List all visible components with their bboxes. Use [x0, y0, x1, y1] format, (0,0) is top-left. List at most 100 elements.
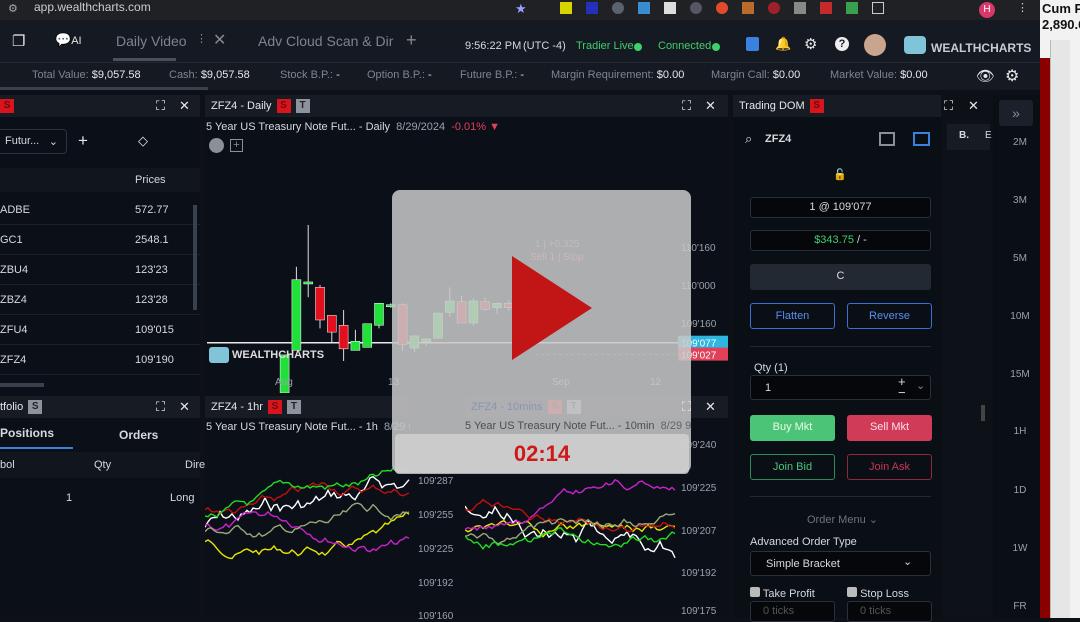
watchlist-row[interactable]: ZFU4 109'015 [0, 315, 200, 345]
extension-icon[interactable] [716, 2, 728, 14]
extension-icon[interactable] [560, 2, 572, 14]
scrollbar[interactable] [1050, 40, 1070, 618]
add-symbol-icon[interactable]: + [78, 131, 88, 151]
extension-icon[interactable] [586, 2, 598, 14]
timeframe-3M[interactable]: 3M [1010, 195, 1030, 206]
extension-icon[interactable] [742, 2, 754, 14]
column-symbol[interactable]: bol [0, 459, 15, 471]
order-menu-toggle[interactable]: Order Menu ⌄ [807, 513, 878, 526]
maximize-icon[interactable]: ⛶ [682, 98, 691, 114]
dock-icon[interactable] [913, 132, 930, 146]
scrollbar[interactable] [193, 205, 197, 310]
close-icon[interactable]: ✕ [705, 98, 716, 114]
tab-daily-video[interactable]: Daily Video [116, 33, 187, 49]
scrollbar[interactable] [981, 405, 985, 421]
extension-icon[interactable] [638, 2, 650, 14]
column-prices[interactable]: Prices [135, 174, 166, 186]
menu-kebab-icon[interactable]: ⋮ [1017, 1, 1028, 14]
stop-loss-ticks-input[interactable]: 0 ticks [847, 601, 932, 622]
save-icon[interactable] [746, 37, 759, 51]
user-avatar[interactable] [864, 34, 886, 56]
gear-icon[interactable]: ⚙ [1005, 66, 1019, 86]
close-icon[interactable]: ✕ [968, 98, 979, 114]
layouts-icon[interactable]: ❐ [12, 32, 25, 50]
timeframe-5M[interactable]: 5M [1010, 253, 1030, 264]
sync-badge[interactable]: S [809, 99, 824, 113]
unlock-icon[interactable]: 🔓 [833, 168, 847, 181]
watchlist-row[interactable]: ADBE 572.77 [0, 195, 200, 225]
decrement-icon[interactable]: − [898, 385, 906, 400]
qty-stepper[interactable]: 1 + − ⌄ [750, 374, 931, 400]
sync-badge[interactable]: S [267, 400, 282, 414]
timeframe-15M[interactable]: 15M [1010, 369, 1030, 380]
eraser-icon[interactable]: ◇ [138, 133, 148, 149]
watchlist-row[interactable]: ZBZ4 123'28 [0, 285, 200, 315]
join-bid-button[interactable]: Join Bid [750, 454, 835, 480]
profile-avatar[interactable]: H [979, 2, 995, 18]
stop-loss-checkbox[interactable]: Stop Loss [847, 587, 909, 600]
advanced-order-type-select[interactable]: Simple Bracket ⌄ [750, 551, 931, 576]
extension-icon[interactable] [612, 2, 624, 14]
help-icon[interactable]: ? [835, 37, 849, 51]
bookmark-star-icon[interactable]: ★ [515, 1, 527, 17]
close-icon[interactable]: ✕ [179, 98, 190, 114]
maximize-icon[interactable]: ⛶ [156, 399, 165, 415]
extension-icon[interactable] [768, 2, 780, 14]
sync-badge[interactable]: S [0, 99, 14, 113]
horizontal-scrollbar[interactable] [0, 87, 208, 90]
ai-chat-icon[interactable]: 💬AI [55, 32, 82, 48]
timeframe-FR[interactable]: FR [1010, 601, 1030, 612]
drawing-tools-icon[interactable] [209, 138, 224, 153]
timeframe-2M[interactable]: 2M [1010, 137, 1030, 148]
trade-badge[interactable]: T [295, 99, 310, 113]
search-icon[interactable]: ⌕ [745, 131, 752, 147]
expand-icon[interactable]: » [999, 100, 1033, 126]
timeframe-1W[interactable]: 1W [1010, 543, 1030, 554]
gear-icon[interactable]: ⚙ [804, 35, 817, 53]
table-row[interactable]: 1 Long [0, 482, 200, 512]
horizontal-scrollbar[interactable] [0, 383, 44, 387]
watchlist-row[interactable]: GC1 2548.1 [0, 225, 200, 255]
close-position-button[interactable]: C [750, 264, 931, 290]
add-indicator-icon[interactable]: + [230, 139, 243, 152]
extension-icon[interactable] [820, 2, 832, 14]
flatten-button[interactable]: Flatten [750, 303, 835, 329]
tab-menu-icon[interactable]: ⋮ [196, 32, 207, 45]
take-profit-checkbox[interactable]: Take Profit [750, 587, 815, 600]
tab-positions[interactable]: Positions [0, 426, 54, 440]
play-icon[interactable] [512, 256, 594, 360]
extension-icon[interactable] [690, 2, 702, 14]
take-profit-ticks-input[interactable]: 0 ticks [750, 601, 835, 622]
watchlist-dropdown[interactable]: Futur... ⌄ [0, 129, 67, 154]
symbol-input[interactable]: ZFZ4 [765, 133, 791, 145]
maximize-icon[interactable]: ⛶ [682, 399, 691, 415]
ichimoku-chart[interactable] [205, 436, 410, 618]
sync-badge[interactable]: S [28, 400, 43, 414]
add-tab-icon[interactable]: + [406, 30, 417, 51]
close-icon[interactable]: ✕ [179, 399, 190, 415]
trade-badge[interactable]: T [286, 400, 301, 414]
timeframe-1H[interactable]: 1H [1010, 426, 1030, 437]
site-settings-icon[interactable]: ⚙ [8, 2, 18, 15]
eye-icon[interactable]: 👁 [976, 67, 995, 85]
timeframe-10M[interactable]: 10M [1010, 311, 1030, 322]
watchlist-row[interactable]: ZBU4 123'23 [0, 255, 200, 285]
tab-adv-cloud-scan[interactable]: Adv Cloud Scan & Dir [258, 33, 393, 49]
puzzle-icon[interactable] [872, 2, 884, 14]
panel-layout-icon[interactable] [879, 132, 895, 146]
close-icon[interactable]: ✕ [705, 399, 716, 415]
tab-orders[interactable]: Orders [119, 428, 158, 442]
column-qty[interactable]: Qty [94, 459, 111, 471]
tab-close-icon[interactable]: ✕ [213, 30, 226, 50]
extension-icon[interactable] [664, 2, 676, 14]
dom-ladder[interactable]: B. E [945, 120, 992, 618]
join-ask-button[interactable]: Join Ask [847, 454, 932, 480]
broker-status[interactable]: Tradier Live [576, 40, 634, 52]
extension-icon[interactable] [794, 2, 806, 14]
column-direction[interactable]: Dire [185, 459, 205, 471]
watchlist-row[interactable]: ZFZ4 109'190 [0, 345, 200, 375]
address-bar[interactable]: app.wealthcharts.com [34, 0, 151, 14]
sell-market-button[interactable]: Sell Mkt [847, 415, 932, 441]
buy-market-button[interactable]: Buy Mkt [750, 415, 835, 441]
sync-badge[interactable]: S [276, 99, 291, 113]
